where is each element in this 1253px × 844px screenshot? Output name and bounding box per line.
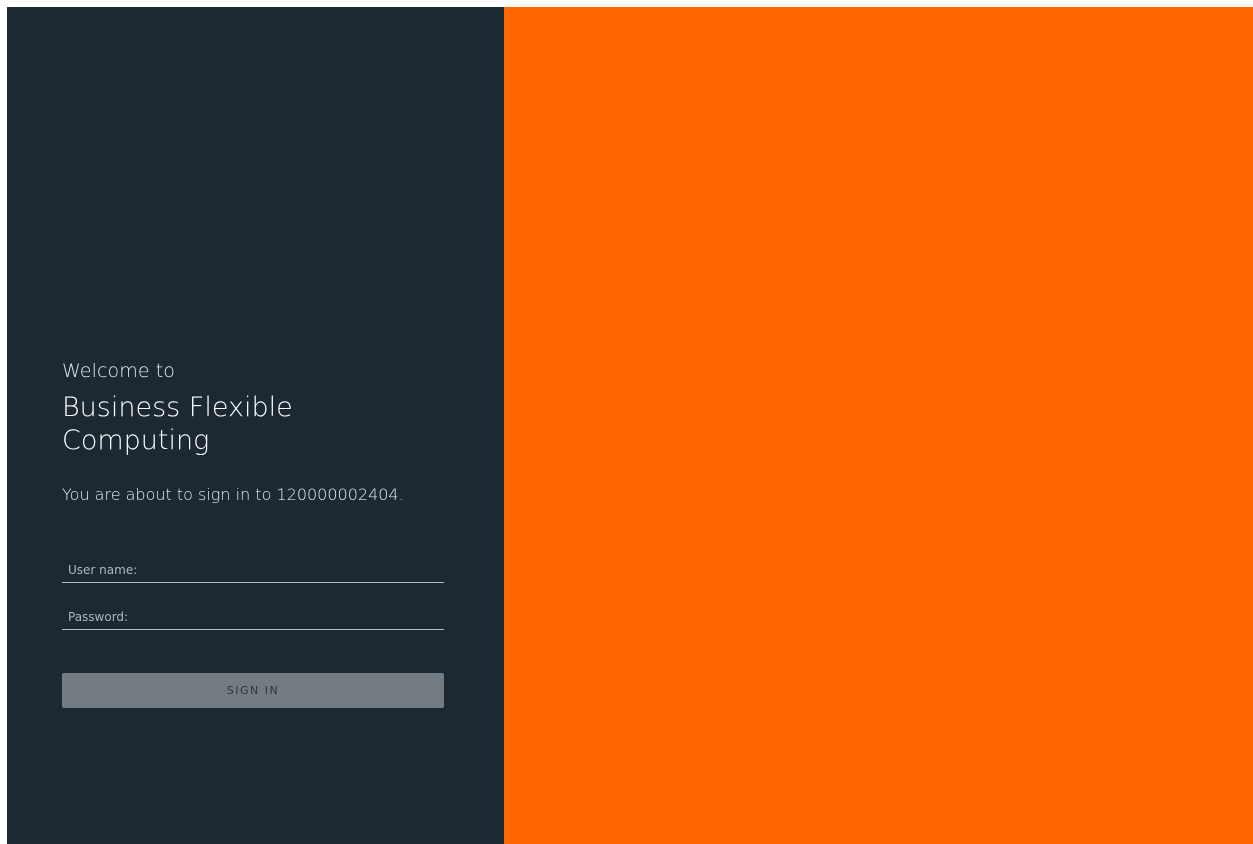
username-input[interactable] <box>62 559 444 581</box>
brand-panel <box>504 7 1253 844</box>
login-page: Welcome to Business Flexible Computing Y… <box>7 7 1253 844</box>
sign-in-target-text: You are about to sign in to 120000002404… <box>62 485 404 504</box>
sign-in-button[interactable]: SIGN IN <box>62 673 444 708</box>
welcome-text: Welcome to <box>62 360 176 382</box>
login-form: Welcome to Business Flexible Computing Y… <box>62 358 444 708</box>
product-title: Business Flexible Computing <box>62 392 293 456</box>
password-field-container <box>62 606 444 630</box>
login-panel: Welcome to Business Flexible Computing Y… <box>7 7 504 844</box>
password-input[interactable] <box>62 606 444 628</box>
username-field-container <box>62 559 444 583</box>
